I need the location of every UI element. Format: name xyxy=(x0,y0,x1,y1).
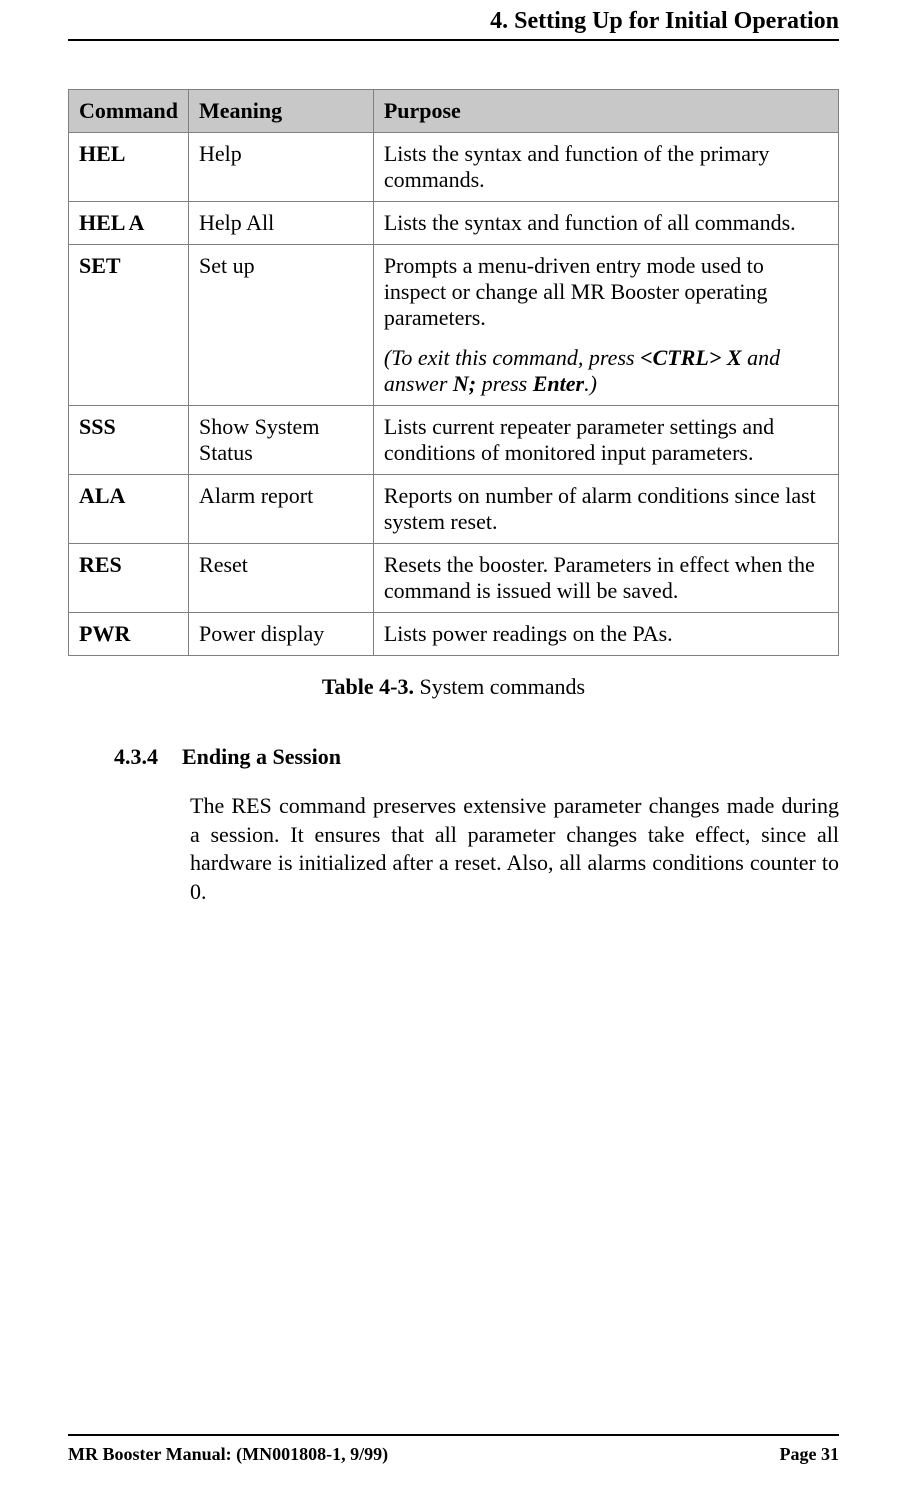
section-body: The RES command preserves extensive para… xyxy=(68,792,839,906)
cell-command: HEL A xyxy=(69,202,189,245)
cell-purpose: Lists current repeater parameter setting… xyxy=(373,406,838,475)
footer-rule xyxy=(68,1434,839,1436)
cell-command: SET xyxy=(69,245,189,406)
table-row: RES Reset Resets the booster. Parameters… xyxy=(69,544,839,613)
caption-text: System commands xyxy=(414,674,585,699)
cell-command: RES xyxy=(69,544,189,613)
col-meaning: Meaning xyxy=(189,90,374,133)
cell-meaning: Power display xyxy=(189,613,374,656)
note-n: N; xyxy=(453,371,476,396)
cell-purpose: Resets the booster. Parameters in effect… xyxy=(373,544,838,613)
col-command: Command xyxy=(69,90,189,133)
footer-left: MR Booster Manual: (MN001808-1, 9/99) xyxy=(68,1444,388,1465)
section-heading: 4.3.4 Ending a Session xyxy=(68,744,839,770)
col-purpose: Purpose xyxy=(373,90,838,133)
table-row: SSS Show System Status Lists current rep… xyxy=(69,406,839,475)
table-row: ALA Alarm report Reports on number of al… xyxy=(69,475,839,544)
table-header-row: Command Meaning Purpose xyxy=(69,90,839,133)
cell-purpose: Reports on number of alarm conditions si… xyxy=(373,475,838,544)
note-part: .) xyxy=(584,371,597,396)
system-commands-table: Command Meaning Purpose HEL Help Lists t… xyxy=(68,89,839,656)
cell-command: PWR xyxy=(69,613,189,656)
cell-command: ALA xyxy=(69,475,189,544)
note-part: (To exit this command, press xyxy=(384,345,640,370)
section-title: Ending a Session xyxy=(182,744,341,770)
caption-label: Table 4-3. xyxy=(322,674,414,699)
table-row: SET Set up Prompts a menu-driven entry m… xyxy=(69,245,839,406)
cell-meaning: Show System Status xyxy=(189,406,374,475)
cell-purpose: Lists power readings on the PAs. xyxy=(373,613,838,656)
cell-meaning: Set up xyxy=(189,245,374,406)
table-row: PWR Power display Lists power readings o… xyxy=(69,613,839,656)
table-row: HEL Help Lists the syntax and function o… xyxy=(69,133,839,202)
header-rule xyxy=(68,39,839,41)
cell-command: HEL xyxy=(69,133,189,202)
note-part: press xyxy=(476,371,533,396)
footer-right: Page 31 xyxy=(780,1444,839,1465)
page-header-title: 4. Setting Up for Initial Operation xyxy=(68,0,839,35)
cell-purpose-text: Prompts a menu-driven entry mode used to… xyxy=(384,253,828,331)
cell-purpose-note: (To exit this command, press <CTRL> X an… xyxy=(384,345,828,397)
table-caption: Table 4-3. System commands xyxy=(68,674,839,700)
cell-meaning: Help xyxy=(189,133,374,202)
section-number: 4.3.4 xyxy=(114,744,158,770)
table-row: HEL A Help All Lists the syntax and func… xyxy=(69,202,839,245)
cell-meaning: Help All xyxy=(189,202,374,245)
cell-purpose: Prompts a menu-driven entry mode used to… xyxy=(373,245,838,406)
note-ctrl: <CTRL> X xyxy=(640,345,741,370)
cell-command: SSS xyxy=(69,406,189,475)
page-footer: MR Booster Manual: (MN001808-1, 9/99) Pa… xyxy=(68,1423,839,1465)
cell-meaning: Alarm report xyxy=(189,475,374,544)
cell-purpose: Lists the syntax and function of the pri… xyxy=(373,133,838,202)
cell-purpose: Lists the syntax and function of all com… xyxy=(373,202,838,245)
cell-meaning: Reset xyxy=(189,544,374,613)
section-ending-a-session: 4.3.4 Ending a Session The RES command p… xyxy=(68,744,839,906)
note-enter: Enter xyxy=(533,371,584,396)
